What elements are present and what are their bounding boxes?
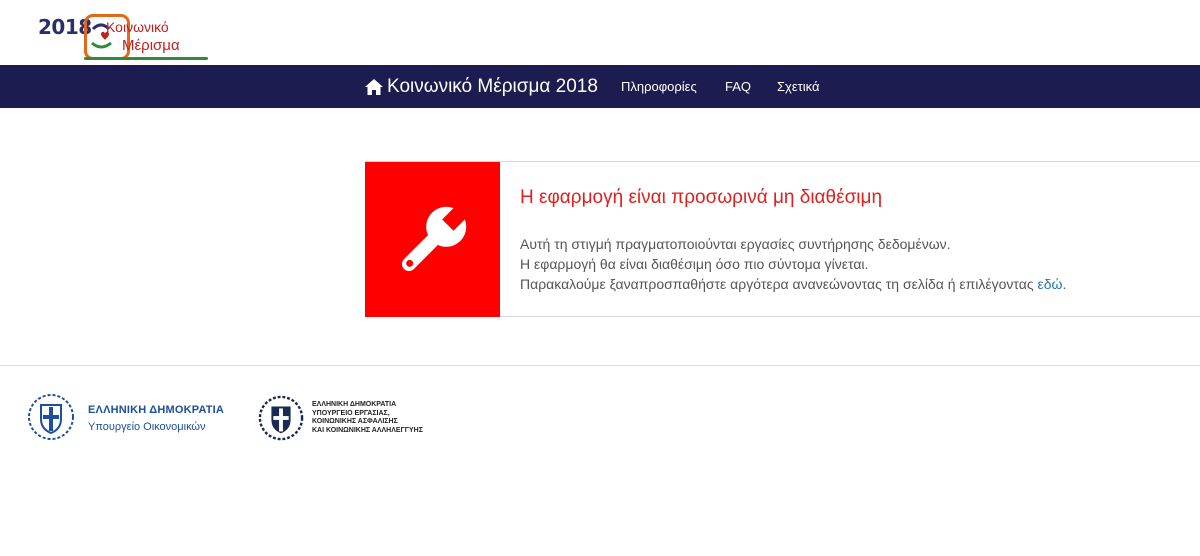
top-navbar: Κοινωνικό Μέρισμα 2018 Πληροφορίες FAQ Σ… <box>0 65 1200 108</box>
home-icon <box>365 78 383 95</box>
nav-home-label: Κοινωνικό Μέρισμα 2018 <box>387 75 598 97</box>
ministry-finance-logo[interactable]: ΕΛΛΗΝΙΚΗ ΔΗΜΟΚΡΑΤΙΑ Υπουργείο Οικονομικώ… <box>88 404 224 433</box>
ministry-labour-line: ΚΑΙ ΚΟΙΝΩΝΙΚΗΣ ΑΛΛΗΛΕΓΓΥΗΣ <box>312 426 423 434</box>
nav-link-about[interactable]: Σχετικά <box>777 65 820 108</box>
alert-icon-box <box>365 162 500 317</box>
maintenance-panel: Η εφαρμογή είναι προσωρινά μη διαθέσιμη … <box>365 161 1200 317</box>
nav-link-info[interactable]: Πληροφορίες <box>621 65 697 108</box>
logo-text-line1: Κοινωνικό <box>106 19 169 35</box>
ministry-finance-title: ΕΛΛΗΝΙΚΗ ΔΗΜΟΚΡΑΤΙΑ <box>88 404 225 416</box>
site-logo[interactable]: 2018 Κοινωνικό Μέρισμα <box>38 12 213 64</box>
maintenance-line-3-text: Παρακαλούμε ξαναπροσπαθήστε αργότερα ανα… <box>520 276 1038 292</box>
footer-divider <box>0 365 1200 366</box>
maintenance-title: Η εφαρμογή είναι προσωρινά μη διαθέσιμη <box>520 187 883 208</box>
refresh-here-link[interactable]: εδώ <box>1038 276 1063 292</box>
maintenance-line-1: Αυτή τη στιγμή πραγματοποιούνται εργασίε… <box>520 236 951 252</box>
greek-coat-of-arms-icon <box>28 394 74 440</box>
ministry-labour-line: ΥΠΟΥΡΓΕΙΟ ΕΡΓΑΣΙΑΣ, <box>312 409 390 417</box>
nav-home-link[interactable]: Κοινωνικό Μέρισμα 2018 <box>365 65 598 108</box>
maintenance-body: Αυτή τη στιγμή πραγματοποιούνται εργασίε… <box>520 234 1066 294</box>
maintenance-line-3: Παρακαλούμε ξαναπροσπαθήστε αργότερα ανα… <box>520 274 1066 294</box>
maintenance-line-3-end: . <box>1062 276 1067 292</box>
ministry-labour-logo[interactable]: ΕΛΛΗΝΙΚΗ ΔΗΜΟΚΡΑΤΙΑ ΥΠΟΥΡΓΕΙΟ ΕΡΓΑΣΙΑΣ, … <box>312 401 423 435</box>
ministry-labour-line: ΚΟΙΝΩΝΙΚΗΣ ΑΣΦΑΛΙΣΗΣ <box>312 418 398 425</box>
nav-link-faq[interactable]: FAQ <box>725 65 751 108</box>
logo-underline <box>84 57 208 60</box>
wrench-icon <box>401 206 466 271</box>
ministry-labour-line: ΕΛΛΗΝΙΚΗ ΔΗΜΟΚΡΑΤΙΑ <box>312 401 397 408</box>
greek-coat-of-arms-icon <box>258 395 304 441</box>
ministry-finance-subtitle: Υπουργείο Οικονομικών <box>88 421 206 433</box>
maintenance-line-2: Η εφαρμογή θα είναι διαθέσιμη όσο πιο σύ… <box>520 256 869 272</box>
logo-text-line2: Μέρισμα <box>122 37 180 54</box>
